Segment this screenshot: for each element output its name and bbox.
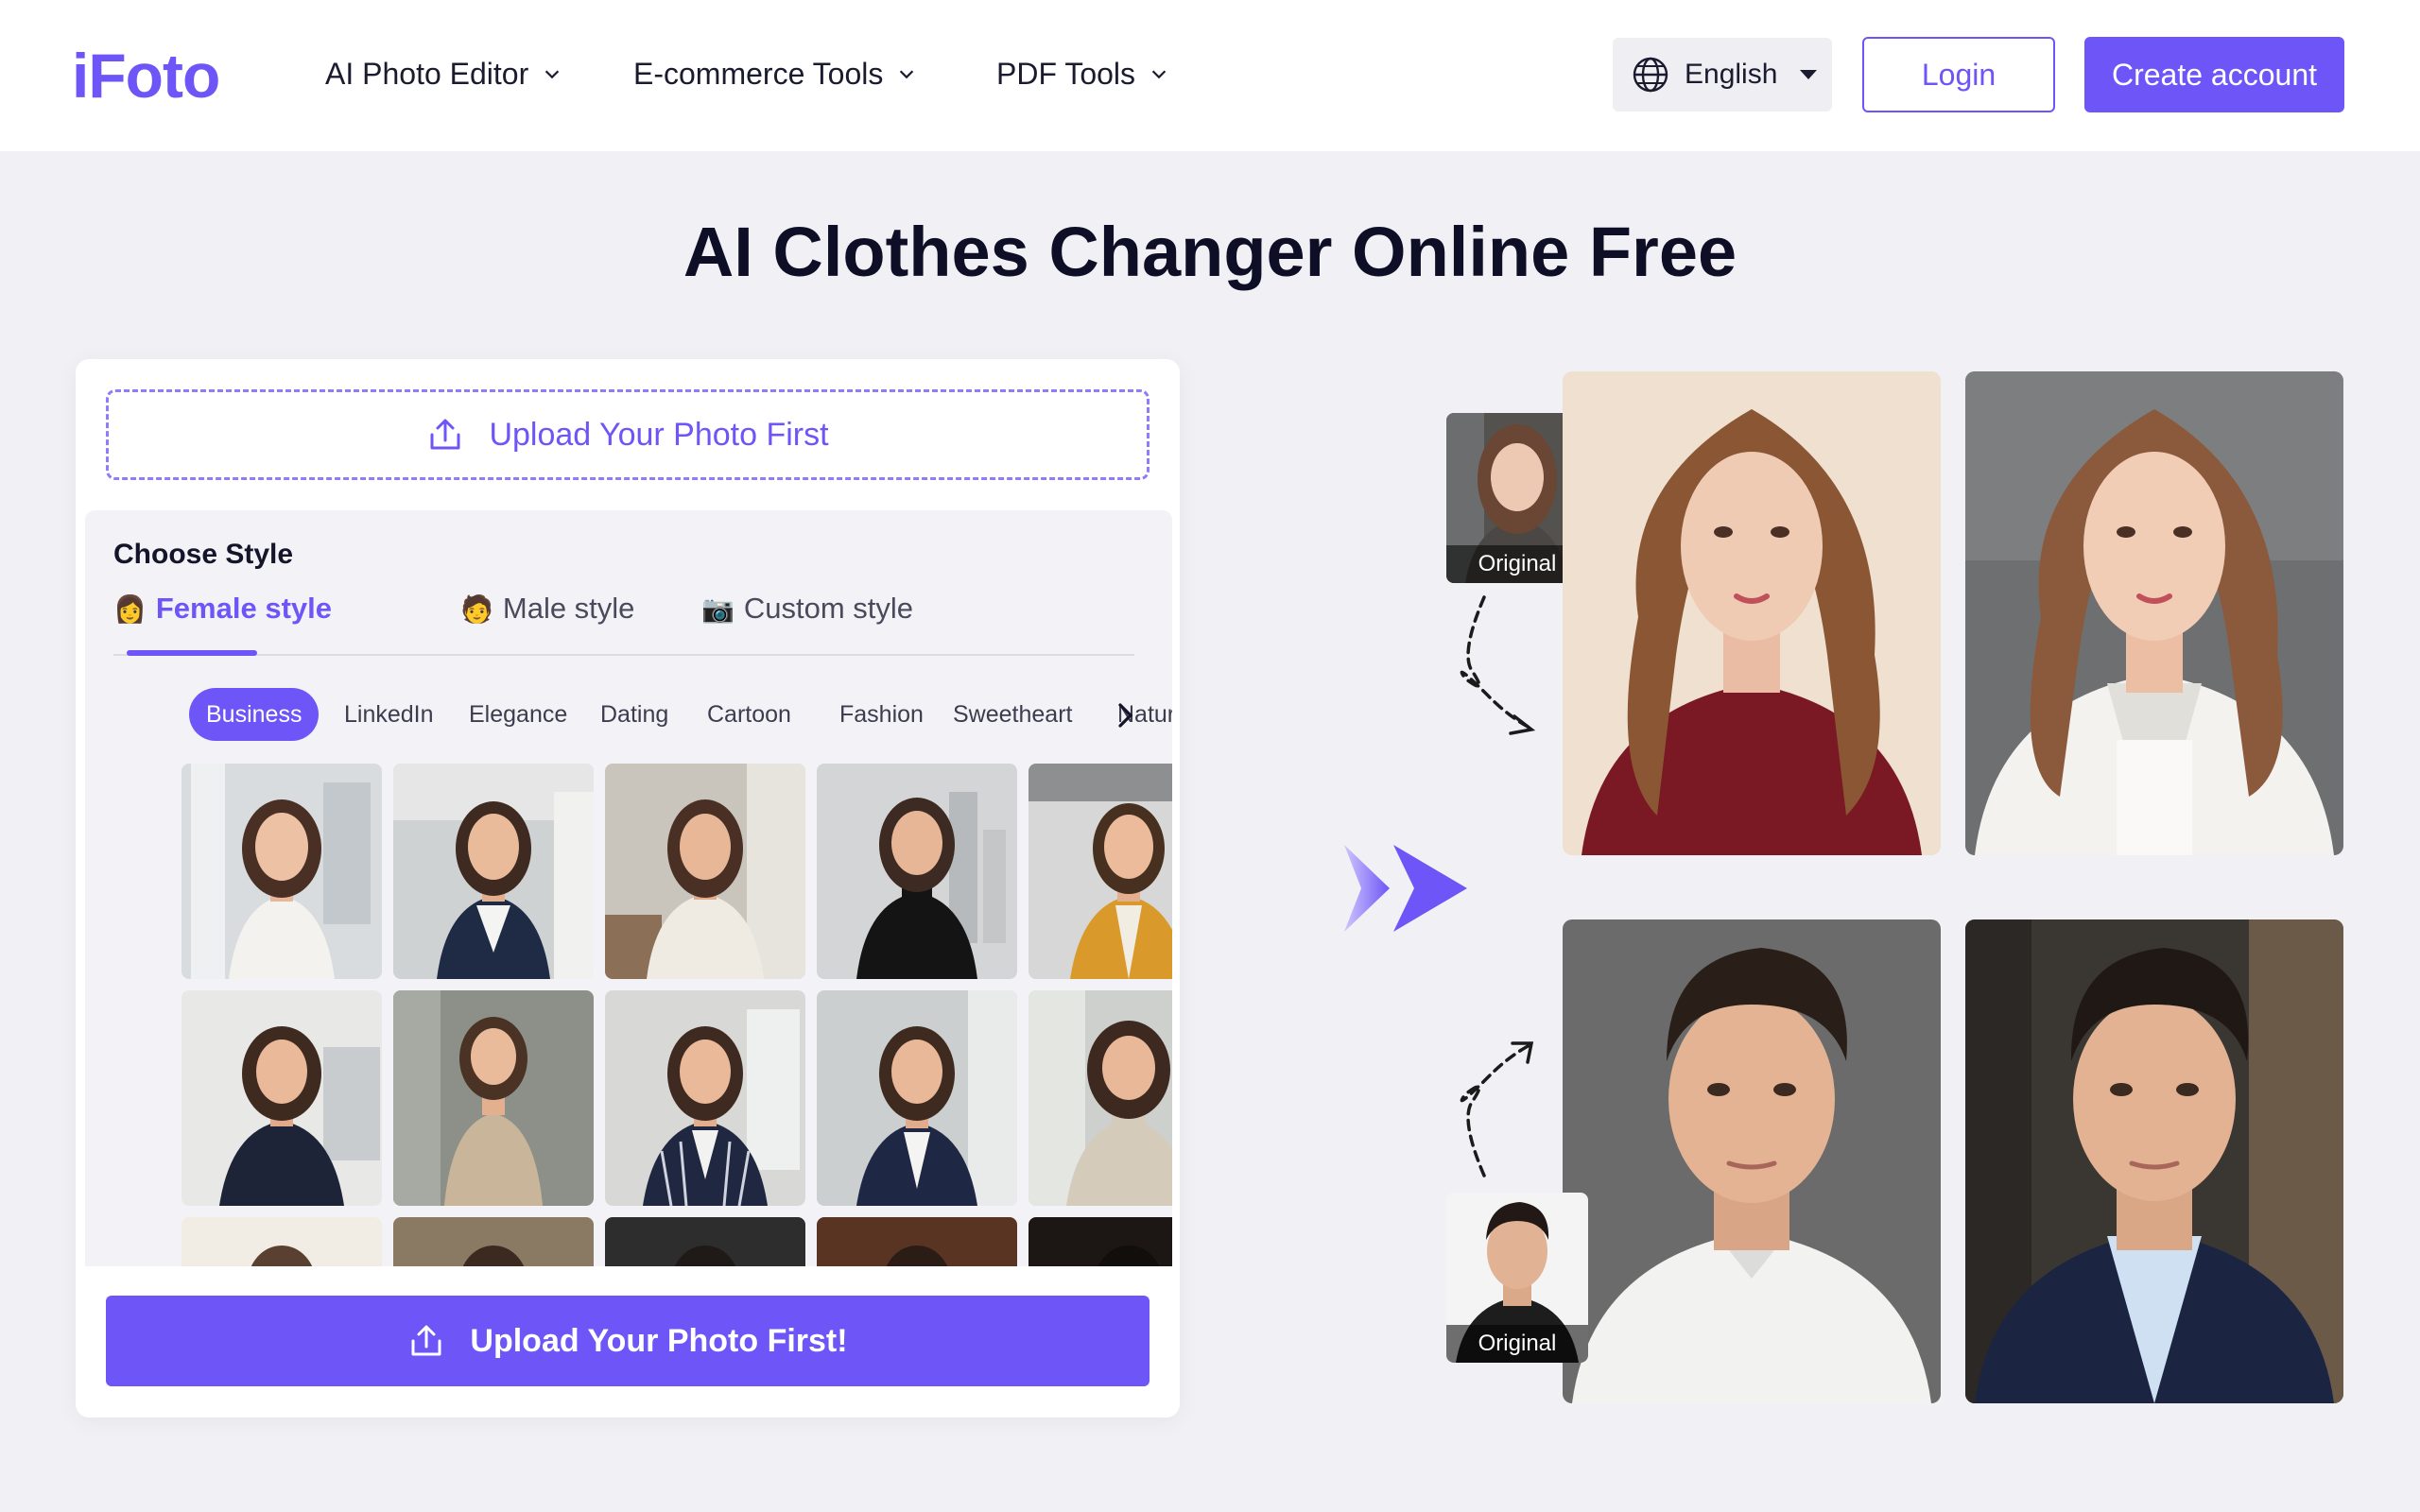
chevron-down-icon [1151, 70, 1167, 79]
style-thumbnail[interactable] [1028, 764, 1172, 979]
choose-style-section: Choose Style 👩 Female style 🧑 Male style… [85, 510, 1172, 1266]
category-business[interactable]: Business [189, 688, 320, 741]
style-thumbnail[interactable] [182, 990, 382, 1206]
category-cartoon[interactable]: Cartoon [690, 688, 808, 741]
category-sweetheart[interactable]: Sweetheart [936, 688, 1089, 741]
male-result-image [1965, 919, 2343, 1403]
globe-icon [1633, 57, 1668, 93]
dashed-arrow-icon [1460, 595, 1536, 735]
woman-white-blazer-photo [1965, 371, 2343, 855]
tab-label: Custom style [743, 592, 914, 625]
style-thumbnail[interactable] [605, 764, 805, 979]
nav-ecommerce-tools[interactable]: E-commerce Tools [633, 53, 917, 94]
style-thumbnail[interactable] [182, 764, 382, 979]
upload-icon [430, 419, 460, 450]
upload-photo-dropzone[interactable]: Upload Your Photo First [106, 389, 1150, 480]
style-thumb-partial [182, 1217, 382, 1266]
style-thumbnail[interactable] [393, 1217, 594, 1266]
style-thumb-partial [1028, 1217, 1172, 1266]
woman-yellow-blazer-thumb [1028, 764, 1172, 979]
style-panel: Upload Your Photo First Choose Style 👩 F… [76, 359, 1180, 1418]
style-thumbnail[interactable] [817, 990, 1017, 1206]
chevron-right-icon[interactable] [1112, 701, 1138, 730]
upload-button-label: Upload Your Photo First! [470, 1322, 848, 1359]
tabs-divider [113, 654, 1134, 656]
nav-ai-photo-editor[interactable]: AI Photo Editor [325, 53, 562, 94]
woman-red-sweater-photo [1563, 371, 1941, 855]
style-thumbnail[interactable] [605, 1217, 805, 1266]
style-thumb-partial [817, 1217, 1017, 1266]
language-label: English [1685, 59, 1778, 90]
woman-navy-blazer-thumb [393, 764, 594, 979]
upload-icon [411, 1325, 441, 1356]
category-elegance[interactable]: Elegance [452, 688, 584, 741]
choose-style-heading: Choose Style [113, 539, 294, 570]
dashed-arrow-icon [1460, 1041, 1534, 1177]
woman-pinstripe-suit-thumb [605, 990, 805, 1206]
style-thumbnail[interactable] [393, 764, 594, 979]
chevron-down-icon [545, 70, 560, 79]
style-thumbnail[interactable] [393, 990, 594, 1206]
male-original-thumbnail: Original [1446, 1193, 1588, 1363]
female-result-image [1965, 371, 2343, 855]
tab-female-style[interactable]: 👩 Female style [113, 592, 332, 626]
female-original-image [1563, 371, 1941, 855]
nav-label: PDF Tools [996, 57, 1136, 91]
style-thumbnail[interactable] [182, 1217, 382, 1266]
nav-pdf-tools[interactable]: PDF Tools [996, 53, 1169, 94]
nav-label: AI Photo Editor [325, 57, 529, 91]
male-original-image [1563, 919, 1941, 1403]
man-emoji-icon: 🧑 [460, 593, 493, 624]
ifoto-logo[interactable]: iFoto [72, 42, 220, 110]
create-account-button[interactable]: Create account [2084, 37, 2344, 112]
man-white-shirt-photo [1563, 919, 1941, 1403]
camera-emoji-icon: 📷 [701, 593, 735, 624]
tab-label: Male style [502, 592, 635, 625]
top-header: iFoto AI Photo Editor E-commerce Tools P… [0, 0, 2420, 151]
category-dating[interactable]: Dating [583, 688, 685, 741]
tab-custom-style[interactable]: 📷 Custom style [701, 592, 913, 626]
tab-male-style[interactable]: 🧑 Male style [460, 592, 634, 626]
category-fashion[interactable]: Fashion [822, 688, 941, 741]
woman-cream-turtleneck-thumb [1028, 990, 1172, 1206]
woman-emoji-icon: 👩 [113, 593, 147, 624]
caret-down-icon [1800, 70, 1818, 79]
style-thumbnail[interactable] [817, 1217, 1017, 1266]
style-thumbnail[interactable] [817, 764, 1017, 979]
language-selector[interactable]: English [1613, 38, 1832, 112]
double-chevron-right-icon [1344, 845, 1467, 932]
tab-label: Female style [155, 592, 332, 625]
woman-black-turtleneck-thumb [817, 764, 1017, 979]
woman-white-sweater-thumb [605, 764, 805, 979]
upload-photo-button[interactable]: Upload Your Photo First! [106, 1296, 1150, 1386]
style-thumb-partial [605, 1217, 805, 1266]
login-button[interactable]: Login [1862, 37, 2055, 112]
style-thumbnail[interactable] [1028, 990, 1172, 1206]
woman-beige-trench-thumb [393, 990, 594, 1206]
page-title: AI Clothes Changer Online Free [683, 213, 1737, 291]
active-tab-indicator [127, 650, 257, 656]
woman-dark-blazer-city-thumb [182, 990, 382, 1206]
chevron-down-icon [900, 70, 914, 79]
style-thumbnail[interactable] [1028, 1217, 1172, 1266]
woman-navy-blazer-office-thumb [817, 990, 1017, 1206]
nav-label: E-commerce Tools [633, 57, 884, 91]
upload-label: Upload Your Photo First [489, 416, 829, 453]
woman-white-blazer-thumb [182, 764, 382, 979]
style-thumbnail[interactable] [605, 990, 805, 1206]
style-thumb-partial [393, 1217, 594, 1266]
original-label: Original [1446, 1325, 1588, 1363]
man-navy-suit-photo [1965, 919, 2343, 1403]
category-linkedin[interactable]: LinkedIn [327, 688, 451, 741]
